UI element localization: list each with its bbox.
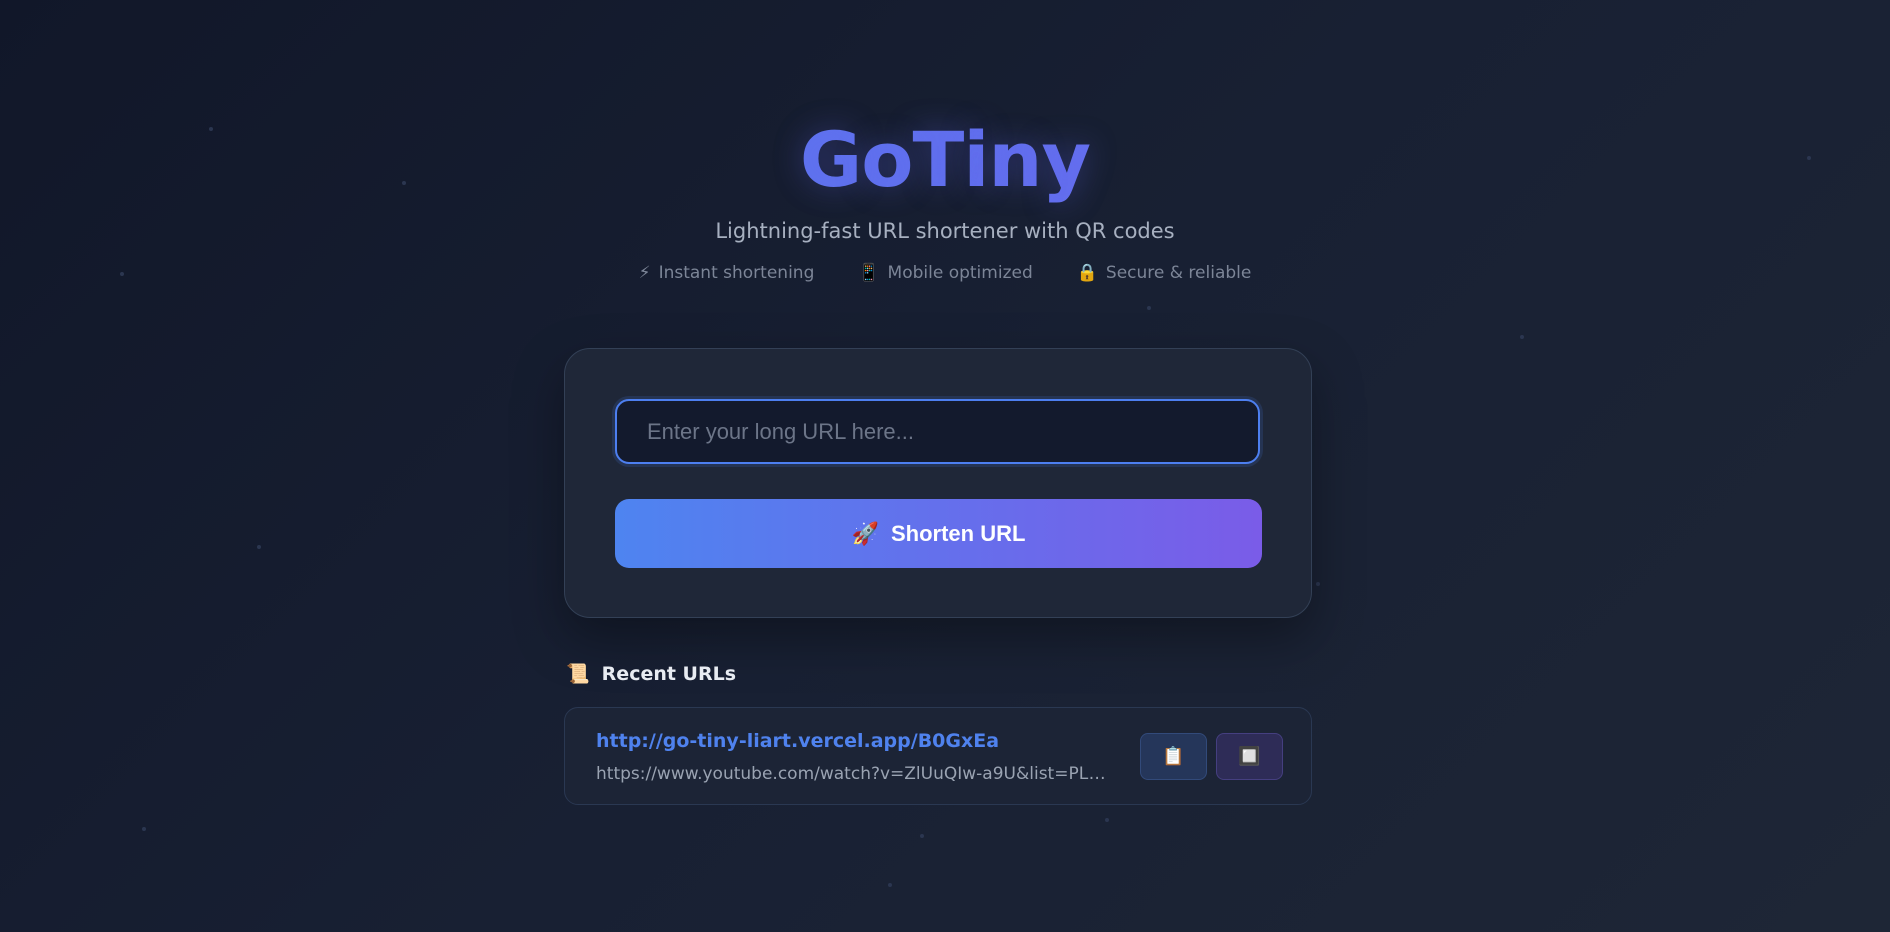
lock-icon: 🔒: [1076, 263, 1098, 283]
header: GoTiny Lightning-fast URL shortener with…: [0, 115, 1890, 283]
recent-urls-heading: 📜 Recent URLs: [566, 662, 737, 686]
rocket-icon: 🚀: [851, 520, 879, 546]
recent-urls-title: Recent URLs: [601, 662, 737, 685]
app-subtitle: Lightning-fast URL shortener with QR cod…: [715, 219, 1175, 243]
app-logo: GoTiny: [0, 115, 1890, 205]
original-url: https://www.youtube.com/watch?v=ZlUuQIw-…: [596, 764, 1116, 784]
recent-url-item: http://go-tiny-liart.vercel.app/B0GxEa h…: [564, 707, 1312, 805]
feature-mobile: 📱 Mobile optimized: [858, 263, 1032, 283]
background-dot: [1520, 335, 1524, 339]
background-dot: [888, 883, 892, 887]
short-url-link[interactable]: http://go-tiny-liart.vercel.app/B0GxEa: [596, 730, 999, 752]
shorten-form-card: 🚀 Shorten URL: [564, 348, 1312, 618]
scroll-icon: 📜: [566, 663, 590, 685]
url-input[interactable]: [615, 399, 1260, 464]
background-dot: [1105, 818, 1109, 822]
clipboard-icon: 📋: [1162, 746, 1185, 767]
feature-secure: 🔒 Secure & reliable: [1077, 263, 1252, 283]
background-dot: [257, 545, 261, 549]
background-dot: [142, 827, 146, 831]
qr-code-button[interactable]: 🔲: [1216, 733, 1283, 780]
mobile-phone-icon: 📱: [858, 263, 880, 283]
copy-button[interactable]: 📋: [1140, 733, 1207, 780]
background-dot: [1316, 582, 1320, 586]
background-dot: [920, 834, 924, 838]
shorten-url-label: Shorten URL: [890, 520, 1026, 546]
feature-label: Instant shortening: [658, 263, 815, 283]
feature-label: Secure & reliable: [1105, 263, 1252, 283]
feature-instant: ⚡ Instant shortening: [639, 263, 815, 283]
feature-label: Mobile optimized: [887, 263, 1033, 283]
lightning-icon: ⚡: [638, 263, 651, 283]
background-dot: [1147, 306, 1151, 310]
shorten-url-button[interactable]: 🚀 Shorten URL: [615, 499, 1262, 568]
feature-list: ⚡ Instant shortening 📱 Mobile optimized 🔒 S…: [0, 263, 1890, 283]
qr-square-icon: 🔲: [1238, 746, 1261, 767]
